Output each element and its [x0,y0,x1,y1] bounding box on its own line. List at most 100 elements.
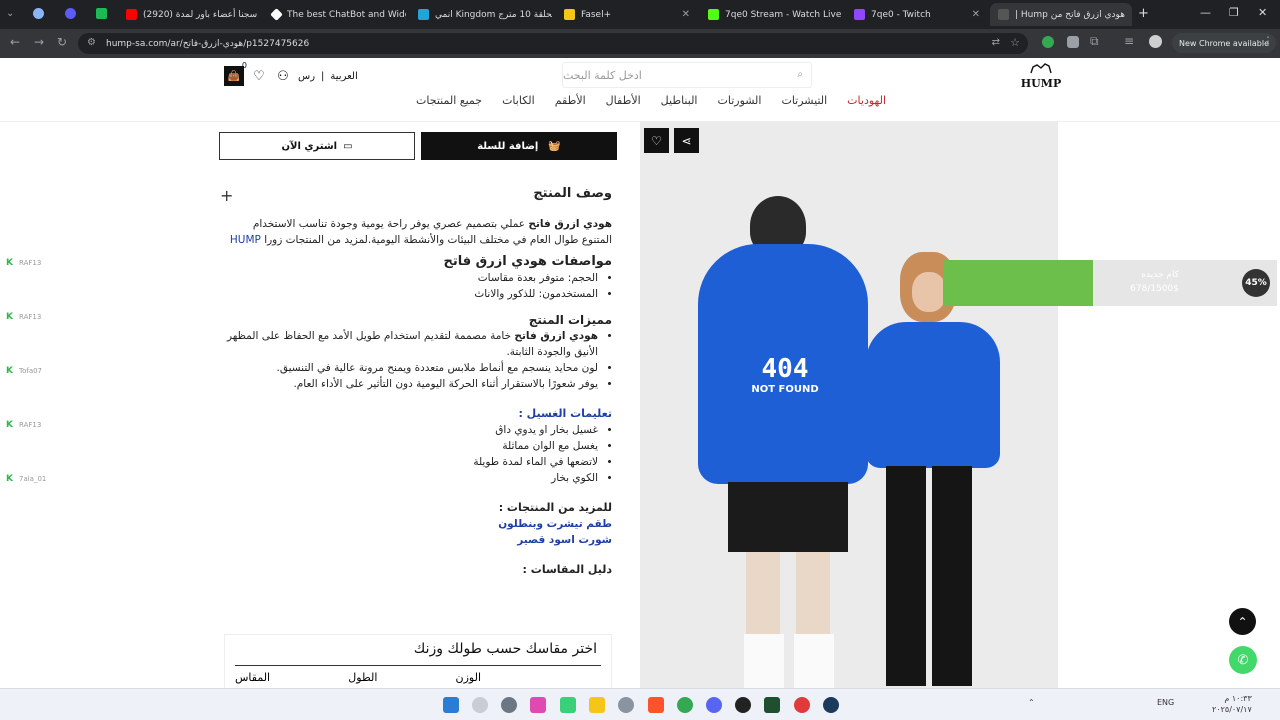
web-page: HUMP ادخل كلمة البحث ⌕ 👜 0 ♡ ⚇ رس | العرب… [0,58,1280,688]
browser-tab[interactable]: انمي Kingdom الحلقة 10 مترج✕ [410,3,552,26]
extension-icon[interactable] [1067,36,1079,48]
steam-icon[interactable] [823,697,839,713]
back-icon[interactable]: ← [10,35,20,49]
currency-selector[interactable]: رس [298,71,315,82]
app-icon[interactable] [530,697,546,713]
start-icon[interactable] [443,697,459,713]
product-image[interactable]: ♡ ⋖ 404 NOT FOUND [640,122,1058,688]
nav-item-hoodies[interactable]: الهوديات [847,94,886,107]
nav-item-kids[interactable]: الأطفال [606,94,641,107]
anime-site-icon [418,9,429,20]
wishlist-button[interactable]: ♡ [644,128,669,153]
close-icon[interactable]: ✕ [1131,9,1132,20]
pinned-tab-icon[interactable] [65,8,76,19]
features-list: هودي ازرق فاتح خامة مصممة لتقديم استخدام… [224,328,612,392]
more-link[interactable]: شورت اسود قصير [224,532,612,548]
hump-site-icon [998,9,1009,20]
bookmark-star-icon[interactable]: ☆ [1010,36,1020,49]
tab-list-button[interactable]: ⌄ [6,8,14,19]
twitch-icon [854,9,865,20]
chrome-icon[interactable] [677,697,693,713]
nav-item-caps[interactable]: الكابات [502,94,535,107]
tray-clock[interactable]: ١٠:٣٣ م ٢٠٢٥/٠٧/١٧ [1212,693,1252,715]
features-title: مميزات المنتج [528,313,612,327]
new-chrome-available-button[interactable]: New Chrome available [1172,33,1276,53]
list-item: لون محايد ينسجم مع أنماط ملابس متعددة وي… [224,360,598,376]
browser-tab[interactable]: (2920) سجنا أعضاء باور لمدة✕ [118,3,260,26]
promo-title: كام جديده [1141,270,1179,280]
nav-item-tshirts[interactable]: التيشرتات [781,94,827,107]
buy-now-button[interactable]: ▭ اشتري الآن [219,132,415,160]
reload-icon[interactable]: ↻ [57,35,67,49]
close-icon[interactable]: ✕ [682,9,690,20]
tray-lang[interactable]: ENG [1157,698,1174,707]
forward-icon[interactable]: → [34,35,44,49]
whatsapp-button[interactable]: ✆ [1229,646,1257,674]
description-title: وصف المنتج [533,186,612,201]
browser-tab-active[interactable]: هودي ازرق فاتح من Hump |✕ [990,3,1132,26]
close-icon[interactable]: ✕ [972,9,980,20]
restore-button[interactable]: ❐ [1229,6,1239,19]
search-input[interactable]: ادخل كلمة البحث ⌕ [562,62,812,88]
specs-title: مواصفات هودي ازرق فاتح [443,254,612,269]
basket-icon: 🧺 [548,140,561,152]
kick-icon [708,9,719,20]
file-explorer-icon[interactable] [589,697,605,713]
store-logo[interactable]: HUMP [1020,62,1062,92]
terminal-icon[interactable] [764,697,780,713]
browser-tab[interactable]: 7qe0 Stream - Watch Live o✕ [700,3,842,26]
nav-item-sets[interactable]: الأطقم [555,94,586,107]
hump-link[interactable]: HUMP [230,234,261,246]
profile-avatar[interactable] [1149,35,1162,48]
site-info-icon[interactable]: ⚙ [87,37,96,48]
new-tab-button[interactable]: + [1138,6,1149,21]
media-player-icon[interactable] [794,697,810,713]
cart-button[interactable]: 👜 0 [224,61,247,86]
kick-icon: K [6,420,13,430]
app-icon[interactable] [618,697,634,713]
list-item: K RAF13 [6,312,42,322]
stream-overlay-list: K RAF13 K RAF13 K Tofa07 K RAF13 K 7ala_01 [6,256,96,526]
scroll-to-top-button[interactable]: ⌃ [1229,608,1256,635]
nav-item-shorts[interactable]: الشورتات [717,94,761,107]
add-to-cart-button[interactable]: 🧺 إضافة للسلة [421,132,617,160]
list-item: هودي ازرق فاتح خامة مصممة لتقديم استخدام… [224,328,598,360]
model-woman [862,252,1002,688]
promo-progress-widget: كام جديده 678/1500$ 45% [943,260,1277,306]
wash-list: غسيل بخار او يدوي داڨ يغسل مع الوان مماث… [224,422,612,486]
fasel-icon [564,9,575,20]
wishlist-heart-icon[interactable]: ♡ [250,67,268,85]
share-button[interactable]: ⋖ [674,128,699,153]
app-icon[interactable] [735,697,751,713]
app-icon[interactable] [560,697,576,713]
nav-item-all-products[interactable]: جميع المنتجات [416,94,482,107]
minimize-button[interactable]: — [1200,6,1211,19]
extension-icon[interactable] [1042,36,1054,48]
settings-icon[interactable] [501,697,517,713]
nav-item-pants[interactable]: البناطيل [661,94,698,107]
account-user-icon[interactable]: ⚇ [274,67,292,85]
list-item: K RAF13 [6,420,42,430]
store-header: HUMP ادخل كلمة البحث ⌕ 👜 0 ♡ ⚇ رس | العرب… [0,58,1280,122]
search-icon[interactable]: ⌕ [797,69,803,80]
translate-icon[interactable]: ⇄ [992,37,1000,48]
browser-tab[interactable]: The best ChatBot and Widg✕ [264,3,406,26]
brave-icon[interactable] [648,697,664,713]
language-selector[interactable]: العربية [330,71,357,82]
close-window-button[interactable]: ✕ [1258,6,1267,19]
pinned-tab-icon[interactable] [96,8,107,19]
more-link[interactable]: طقم تيشرت وبنطلون [224,516,612,532]
kick-icon: K [6,312,13,322]
browser-tab[interactable]: Fasel+ ✕ [556,3,698,26]
chrome-menu-icon[interactable]: ⋮ [1262,34,1274,48]
extensions-puzzle-icon[interactable]: ⧉ [1090,34,1099,49]
address-bar[interactable]: ⚙ hump-sa.com/ar/هودي-ازرق-فاتح/p1527475… [78,33,1028,54]
cart-count: 0 [241,61,247,70]
tray-chevron-icon[interactable]: ⌃ [1028,698,1035,707]
browser-tab[interactable]: 7qe0 - Twitch ✕ [846,3,988,26]
reading-list-icon[interactable]: ≡ [1124,34,1134,48]
pinned-tab-icon[interactable] [33,8,44,19]
discord-icon[interactable] [706,697,722,713]
promo-progress-fill [943,260,1094,306]
search-icon[interactable] [472,697,488,713]
